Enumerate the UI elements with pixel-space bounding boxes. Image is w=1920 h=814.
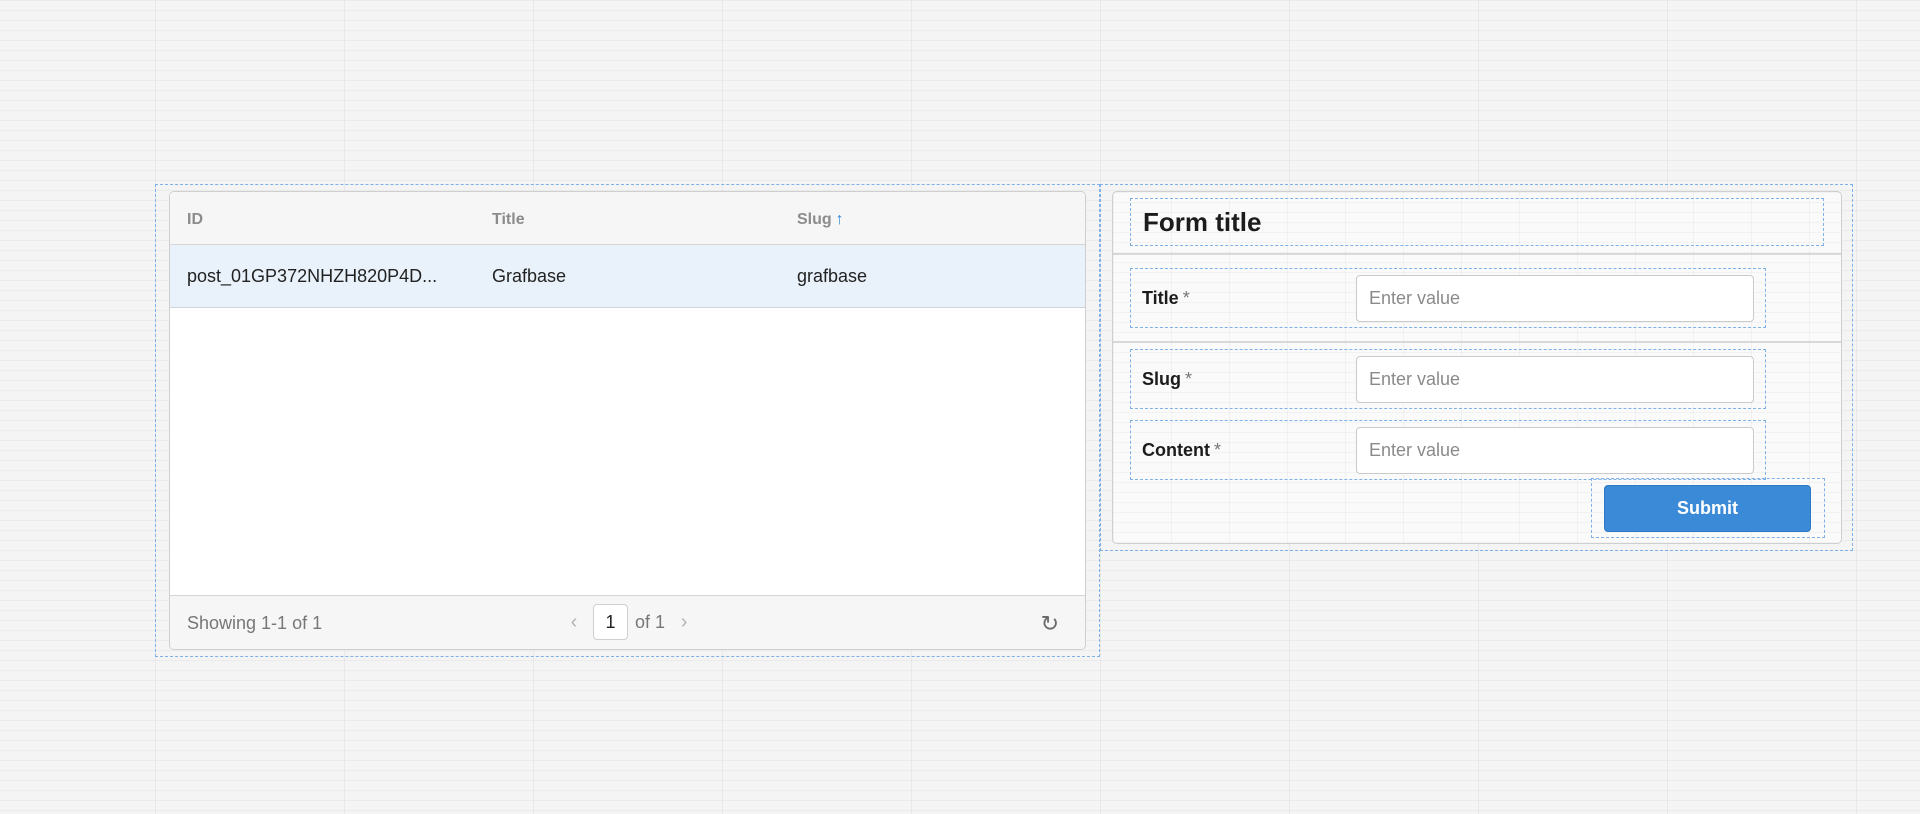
column-header-title[interactable]: Title [492, 211, 525, 229]
table-footer: Showing 1-1 of 1 ‹ 1 of 1 › ↻ [170, 595, 1085, 649]
column-header-slug[interactable]: Slug ↑ [797, 211, 844, 229]
table-component-selection[interactable]: ID Title Slug ↑ post_01GP372NHZH820P4D...… [155, 184, 1100, 657]
field-title[interactable]: Title * [1130, 268, 1766, 328]
divider [1113, 253, 1841, 255]
form-component-selection[interactable]: Form title Title* Slug* Content* Submit [1100, 184, 1853, 551]
form-title: Form title [1143, 207, 1262, 237]
page-total: of 1 [635, 611, 666, 632]
data-table: ID Title Slug ↑ post_01GP372NHZH820P4D...… [169, 191, 1086, 650]
cell-id: post_01GP372NHZH820P4D... [187, 266, 438, 286]
divider [1113, 341, 1841, 343]
content-input[interactable] [1356, 427, 1754, 474]
form-container: Form title Title* Slug* Content* Submit [1112, 191, 1842, 544]
column-header-slug-label: Slug [797, 211, 832, 228]
refresh-icon[interactable]: ↻ [1041, 611, 1059, 637]
field-content[interactable]: Content * [1130, 420, 1766, 480]
cell-title: Grafbase [492, 266, 567, 286]
page-number-input[interactable]: 1 [593, 604, 628, 640]
showing-count: Showing 1-1 of 1 [187, 613, 323, 633]
chevron-right-icon[interactable]: › [665, 611, 703, 634]
table-header: ID Title Slug ↑ [170, 192, 1085, 245]
title-input[interactable] [1356, 275, 1754, 322]
table-row[interactable]: post_01GP372NHZH820P4D... Grafbase grafb… [170, 245, 1085, 308]
field-content-label: Content * [1142, 440, 1221, 460]
slug-input[interactable] [1356, 356, 1754, 403]
pagination: ‹ 1 of 1 › [555, 604, 703, 640]
field-slug-label: Slug * [1142, 369, 1193, 389]
chevron-left-icon[interactable]: ‹ [555, 611, 593, 634]
cell-slug: grafbase [797, 266, 868, 286]
field-slug[interactable]: Slug * [1130, 349, 1766, 409]
submit-button[interactable]: Submit [1604, 485, 1811, 532]
form-title-block[interactable]: Form title [1130, 198, 1824, 246]
field-title-label: Title * [1142, 288, 1190, 308]
sort-ascending-icon[interactable]: ↑ [836, 211, 844, 228]
submit-button-block[interactable]: Submit [1591, 478, 1825, 538]
column-header-id[interactable]: ID [187, 211, 203, 229]
